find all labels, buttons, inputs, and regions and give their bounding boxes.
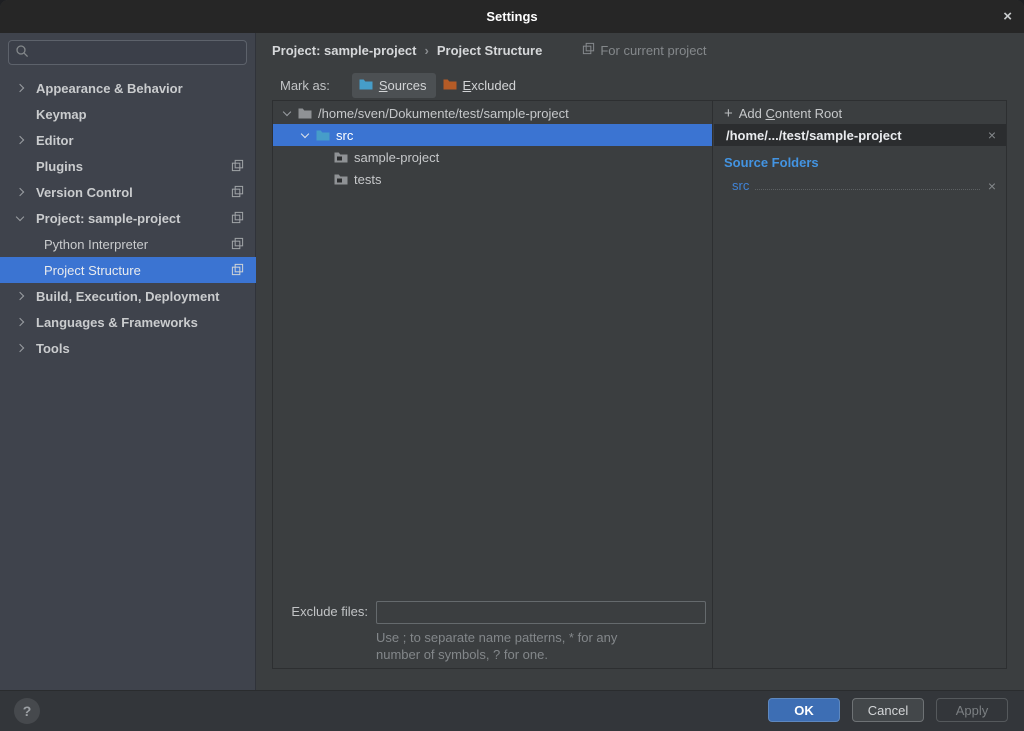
exclude-files-hint: Use ; to separate name patterns, * for a…: [376, 629, 716, 663]
cancel-button[interactable]: Cancel: [852, 698, 924, 722]
sidebar-item-label: Version Control: [36, 185, 133, 200]
exclude-files-input[interactable]: [376, 601, 706, 624]
content-tree-pane: /home/sven/Dokumente/test/sample-project…: [273, 101, 713, 668]
mark-sources-button[interactable]: Sources: [352, 73, 436, 98]
ok-button[interactable]: OK: [768, 698, 840, 722]
scope-note: For current project: [582, 42, 706, 58]
sidebar-item-plugins[interactable]: Plugins: [0, 153, 256, 179]
tree-item-label: sample-project: [354, 150, 439, 165]
sources-label: Sources: [379, 78, 427, 93]
chevron-right-icon[interactable]: [14, 345, 26, 351]
add-content-root-button[interactable]: + Add Content Root: [714, 102, 1006, 124]
sidebar-nav: Appearance & Behavior Keymap Editor Plugins…: [0, 75, 256, 361]
tree-item-src[interactable]: src: [273, 124, 712, 146]
chevron-right-icon[interactable]: [14, 85, 26, 91]
project-settings-icon: [231, 159, 244, 175]
chevron-right-icon[interactable]: [14, 293, 26, 299]
excluded-label: Excluded: [463, 78, 516, 93]
tree-item-tests[interactable]: tests: [273, 168, 712, 190]
sidebar-item-keymap[interactable]: Keymap: [0, 101, 256, 127]
breadcrumb-project[interactable]: Project: sample-project: [272, 43, 417, 58]
titlebar: Settings ×: [0, 0, 1024, 33]
mark-excluded-button[interactable]: Excluded: [436, 73, 525, 98]
remove-content-root-icon[interactable]: ×: [986, 128, 998, 142]
source-folder-name[interactable]: src: [732, 178, 749, 193]
content-root-details-pane: + Add Content Root /home/.../test/sample…: [714, 101, 1006, 668]
tree-item-sample-project[interactable]: sample-project: [273, 146, 712, 168]
sidebar-item-label: Plugins: [36, 159, 83, 174]
settings-dialog: Settings × Appearance & Behavior Keymap Ed…: [0, 0, 1024, 731]
source-folder-row[interactable]: src ×: [732, 175, 998, 193]
footer: ? OK Cancel Apply: [0, 690, 1024, 731]
sidebar-item-project-sample-project[interactable]: Project: sample-project: [0, 205, 256, 231]
sidebar-item-label: Keymap: [36, 107, 87, 122]
tree-item-label: src: [336, 128, 353, 143]
source-folders-title: Source Folders: [724, 155, 819, 170]
folder-module-icon: [333, 171, 349, 187]
sidebar-item-label: Appearance & Behavior: [36, 81, 183, 96]
apply-button[interactable]: Apply: [936, 698, 1008, 722]
tree-item-home-sven-dokumente-test-sample-project[interactable]: /home/sven/Dokumente/test/sample-project: [273, 102, 712, 124]
sidebar-item-editor[interactable]: Editor: [0, 127, 256, 153]
search-input[interactable]: [34, 45, 240, 60]
mark-as-toolbar: Mark as: Sources Excluded: [280, 73, 525, 98]
dotted-leader: [755, 189, 979, 190]
close-icon[interactable]: ×: [1003, 0, 1012, 33]
structure-panel: /home/sven/Dokumente/test/sample-project…: [272, 100, 1007, 669]
chevron-right-icon[interactable]: [14, 319, 26, 325]
folder-gray-icon: [297, 105, 313, 121]
chevron-right-icon[interactable]: [14, 137, 26, 143]
content-root-row[interactable]: /home/.../test/sample-project ×: [714, 124, 1006, 146]
help-button[interactable]: ?: [14, 698, 40, 724]
main-panel: Project: sample-project › Project Struct…: [256, 33, 1024, 690]
scope-note-label: For current project: [600, 43, 706, 58]
exclude-hint-line2: number of symbols, ? for one.: [376, 646, 716, 663]
excluded-folder-icon: [442, 76, 458, 95]
search-icon: [15, 44, 29, 61]
sidebar-item-label: Build, Execution, Deployment: [36, 289, 219, 304]
sidebar-item-version-control[interactable]: Version Control: [0, 179, 256, 205]
tree-item-label: /home/sven/Dokumente/test/sample-project: [318, 106, 569, 121]
sidebar-item-build-execution-deployment[interactable]: Build, Execution, Deployment: [0, 283, 256, 309]
remove-source-folder-icon[interactable]: ×: [986, 179, 998, 193]
breadcrumb: Project: sample-project › Project Struct…: [272, 39, 707, 61]
project-settings-icon: [231, 237, 244, 253]
tree-item-label: tests: [354, 172, 381, 187]
sidebar-item-label: Project Structure: [44, 263, 141, 278]
content-root-path: /home/.../test/sample-project: [726, 128, 986, 143]
exclude-hint-line1: Use ; to separate name patterns, * for a…: [376, 629, 716, 646]
breadcrumb-page: Project Structure: [437, 43, 542, 58]
chevron-down-icon[interactable]: [14, 217, 26, 220]
sidebar-item-label: Languages & Frameworks: [36, 315, 198, 330]
dialog-title: Settings: [486, 9, 537, 24]
sidebar-item-label: Editor: [36, 133, 74, 148]
chevron-right-icon[interactable]: [14, 189, 26, 195]
sidebar-item-label: Tools: [36, 341, 70, 356]
folder-module-icon: [333, 149, 349, 165]
sidebar-item-project-structure[interactable]: Project Structure: [0, 257, 256, 283]
sidebar-item-label: Python Interpreter: [44, 237, 148, 252]
sidebar-item-label: Project: sample-project: [36, 211, 181, 226]
breadcrumb-separator-icon: ›: [425, 43, 429, 58]
project-settings-icon: [231, 211, 244, 227]
current-project-icon: [582, 42, 595, 58]
chevron-down-icon[interactable]: [299, 134, 311, 137]
project-settings-icon: [231, 185, 244, 201]
add-content-root-label: Add Content Root: [739, 106, 842, 121]
sidebar-item-tools[interactable]: Tools: [0, 335, 256, 361]
project-settings-icon: [231, 263, 244, 279]
exclude-files-label: Exclude files:: [273, 604, 368, 619]
folder-source-icon: [315, 127, 331, 143]
sidebar-item-python-interpreter[interactable]: Python Interpreter: [0, 231, 256, 257]
plus-icon: +: [724, 105, 733, 122]
sidebar-item-languages-frameworks[interactable]: Languages & Frameworks: [0, 309, 256, 335]
sources-folder-icon: [358, 76, 374, 95]
content-root-tree: /home/sven/Dokumente/test/sample-project…: [273, 102, 712, 190]
search-box[interactable]: [8, 40, 247, 65]
chevron-down-icon[interactable]: [281, 112, 293, 115]
settings-sidebar: Appearance & Behavior Keymap Editor Plugins…: [0, 33, 256, 690]
mark-as-label: Mark as:: [280, 78, 330, 93]
sidebar-item-appearance-behavior[interactable]: Appearance & Behavior: [0, 75, 256, 101]
